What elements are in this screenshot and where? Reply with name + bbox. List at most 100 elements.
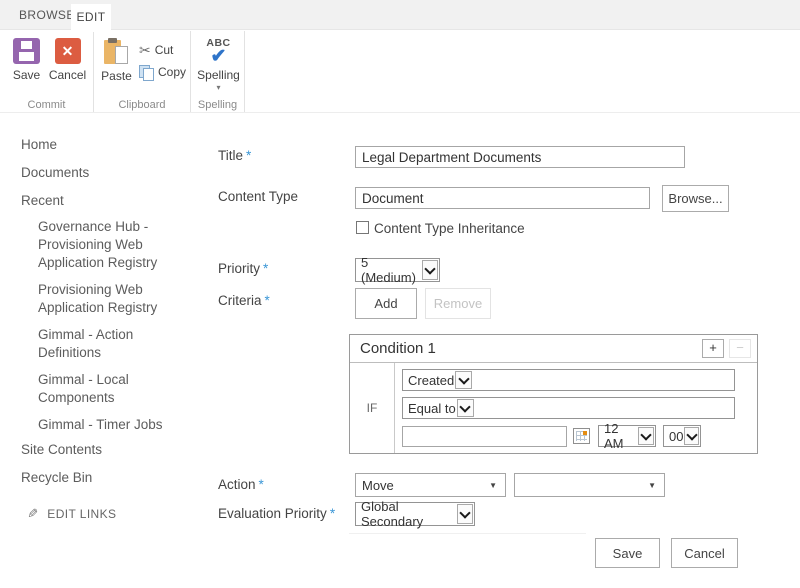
condition-operator-select[interactable]: Equal to: [402, 397, 735, 419]
criteria-label-text: Criteria: [218, 293, 262, 308]
form-save-button[interactable]: Save: [595, 538, 660, 568]
cut-button[interactable]: ✂ Cut: [139, 39, 186, 61]
save-icon: [13, 38, 40, 64]
remove-criteria-button[interactable]: Remove: [425, 288, 491, 319]
paste-icon: [104, 38, 128, 65]
evaluation-priority-value: Global Secondary: [361, 499, 456, 529]
calendar-icon[interactable]: [573, 428, 590, 444]
copy-icon: [139, 65, 154, 79]
sidebar-item-gimmal-local-components[interactable]: Gimmal - Local Components: [38, 371, 180, 407]
title-label-text: Title: [218, 148, 243, 163]
content-type-input[interactable]: [355, 187, 650, 209]
sidebar: Home Documents Recent Governance Hub - P…: [0, 131, 205, 522]
title-input[interactable]: [355, 146, 685, 168]
chevron-down-icon: ▾: [216, 84, 220, 91]
required-asterisk: *: [246, 148, 251, 163]
tab-edit[interactable]: EDIT: [71, 4, 111, 32]
cut-icon: ✂: [139, 43, 151, 57]
pencil-icon: ✎: [27, 506, 38, 522]
criteria-label: Criteria*: [218, 293, 270, 308]
browse-button[interactable]: Browse...: [662, 185, 729, 212]
group-label-commit: Commit: [0, 99, 93, 111]
cancel-button-label: Cancel: [49, 68, 86, 82]
priority-select-value: 5 (Medium): [361, 255, 421, 285]
copy-button-label: Copy: [158, 65, 186, 79]
cancel-icon: ✕: [55, 38, 81, 64]
condition-date-input[interactable]: [402, 426, 567, 447]
title-label: Title*: [218, 148, 251, 163]
action-label: Action*: [218, 477, 264, 492]
if-label: IF: [350, 363, 395, 453]
dropdown-arrow-icon: ▼: [489, 481, 497, 490]
priority-label-text: Priority: [218, 261, 260, 276]
action-target-select[interactable]: ▼: [514, 473, 665, 497]
ribbon-tab-strip: BROWSE EDIT: [0, 0, 800, 30]
paste-button-label: Paste: [101, 69, 132, 83]
required-asterisk: *: [265, 293, 270, 308]
condition-field-select[interactable]: Created: [402, 369, 735, 391]
spellcheck-icon: ✔: [211, 48, 227, 66]
chevron-down-icon: [457, 399, 474, 417]
required-asterisk: *: [259, 477, 264, 492]
sidebar-recent-list: Governance Hub - Provisioning Web Applic…: [0, 215, 205, 436]
evaluation-priority-label-text: Evaluation Priority: [218, 506, 327, 521]
condition-header: Condition 1 + −: [350, 335, 757, 363]
group-label-clipboard: Clipboard: [94, 99, 190, 111]
spelling-button-label: Spelling: [197, 68, 240, 82]
condition-hour-select[interactable]: 12 AM: [598, 425, 656, 447]
edit-links-label: EDIT LINKS: [47, 507, 116, 521]
paste-button[interactable]: Paste: [100, 37, 133, 83]
cancel-button[interactable]: ✕ Cancel: [47, 37, 88, 82]
chevron-down-icon: [638, 427, 654, 445]
sidebar-item-site-contents[interactable]: Site Contents: [0, 436, 205, 464]
chevron-down-icon: [455, 371, 472, 389]
sidebar-item-gimmal-action-definitions[interactable]: Gimmal - Action Definitions: [38, 326, 180, 362]
action-label-text: Action: [218, 477, 256, 492]
evaluation-priority-select[interactable]: Global Secondary: [355, 502, 475, 526]
chevron-down-icon: [684, 427, 699, 445]
required-asterisk: *: [263, 261, 268, 276]
action-select-value: Move: [362, 478, 394, 493]
sidebar-item-recent[interactable]: Recent: [0, 187, 205, 215]
chevron-down-icon: [457, 504, 473, 524]
chevron-down-icon: [422, 260, 438, 280]
remove-condition-button[interactable]: −: [729, 339, 751, 358]
condition-panel: Condition 1 + − IF Created Equal to 12 A…: [349, 334, 758, 454]
ribbon-group-commit: Save ✕ Cancel Commit: [0, 31, 94, 112]
save-button-label: Save: [13, 68, 40, 82]
dropdown-arrow-icon: ▼: [648, 481, 656, 490]
action-select[interactable]: Move ▼: [355, 473, 506, 497]
priority-label: Priority*: [218, 261, 268, 276]
content-type-inheritance-checkbox[interactable]: [356, 221, 369, 234]
sidebar-item-home[interactable]: Home: [0, 131, 205, 159]
condition-field-value: Created: [408, 373, 454, 388]
tab-browse[interactable]: BROWSE: [19, 0, 75, 30]
priority-select[interactable]: 5 (Medium): [355, 258, 440, 282]
edit-links-button[interactable]: ✎ EDIT LINKS: [0, 506, 205, 522]
content-type-inheritance-label: Content Type Inheritance: [374, 221, 525, 236]
sidebar-item-provisioning-web-application-registry[interactable]: Provisioning Web Application Registry: [38, 281, 180, 317]
content-type-label: Content Type: [218, 189, 298, 204]
condition-minute-value: 00: [669, 429, 683, 444]
save-button[interactable]: Save: [6, 37, 47, 82]
ribbon-group-clipboard: Paste ✂ Cut Copy Clipboard: [94, 31, 191, 112]
cut-button-label: Cut: [155, 43, 174, 57]
required-asterisk: *: [330, 506, 335, 521]
evaluation-priority-label: Evaluation Priority*: [218, 506, 335, 521]
copy-button[interactable]: Copy: [139, 61, 186, 83]
sidebar-item-recycle-bin[interactable]: Recycle Bin: [0, 464, 205, 492]
add-condition-button[interactable]: +: [702, 339, 724, 358]
group-label-spelling: Spelling: [191, 99, 244, 111]
form-cancel-button[interactable]: Cancel: [671, 538, 738, 568]
condition-title: Condition 1: [360, 340, 436, 357]
sidebar-item-gimmal-timer-jobs[interactable]: Gimmal - Timer Jobs: [38, 416, 180, 434]
ribbon-group-spelling: ABC ✔ Spelling ▾ Spelling: [191, 31, 245, 112]
condition-hour-value: 12 AM: [604, 421, 637, 451]
spelling-button[interactable]: ABC ✔ Spelling ▾: [197, 37, 240, 91]
condition-operator-value: Equal to: [408, 401, 456, 416]
ribbon: Save ✕ Cancel Commit Paste ✂ Cut: [0, 31, 800, 113]
sidebar-item-documents[interactable]: Documents: [0, 159, 205, 187]
condition-minute-select[interactable]: 00: [663, 425, 701, 447]
sidebar-item-governance-hub-provisioning-web-application-registry[interactable]: Governance Hub - Provisioning Web Applic…: [38, 218, 180, 272]
add-criteria-button[interactable]: Add: [355, 288, 417, 319]
